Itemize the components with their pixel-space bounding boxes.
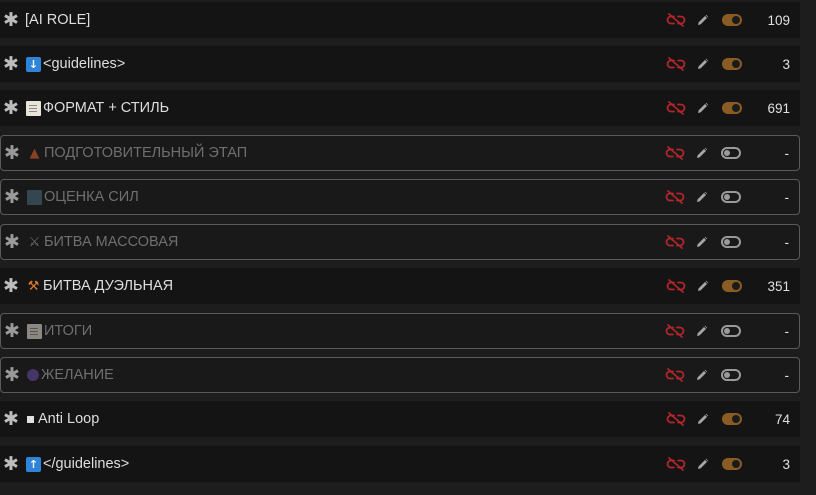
edit-pencil-icon[interactable] — [695, 100, 711, 116]
prompt-entry-row[interactable]: ✱ [AI ROLE] 109 — [0, 2, 800, 38]
prompt-entry-title: ПОДГОТОВИТЕЛЬНЫЙ ЭТАП — [44, 145, 248, 161]
enable-toggle[interactable] — [722, 280, 742, 292]
enable-toggle[interactable] — [721, 236, 741, 248]
drag-handle-icon[interactable]: ✱ — [0, 454, 22, 474]
enable-toggle[interactable] — [722, 102, 742, 114]
prompt-entry-title: ИТОГИ — [44, 323, 93, 339]
edit-pencil-icon[interactable] — [694, 189, 710, 205]
enable-toggle[interactable] — [722, 58, 742, 70]
edit-pencil-icon[interactable] — [695, 456, 711, 472]
enable-toggle[interactable] — [722, 413, 742, 425]
edit-pencil-icon[interactable] — [694, 367, 710, 383]
prompt-entry-title: [AI ROLE] — [25, 12, 91, 28]
token-count: - — [784, 367, 790, 383]
unlink-icon[interactable] — [665, 323, 685, 339]
prompt-entry-title: </guidelines> — [43, 456, 130, 472]
token-count: - — [784, 145, 790, 161]
unlink-icon[interactable] — [666, 56, 686, 72]
prompt-entry-title: ОЦЕНКА СИЛ — [44, 189, 139, 205]
edit-pencil-icon[interactable] — [694, 234, 710, 250]
prompt-entry-row[interactable]: ✱ ОЦЕНКА СИЛ - — [0, 179, 800, 215]
drag-handle-icon[interactable]: ✱ — [1, 187, 23, 207]
unlink-icon[interactable] — [666, 12, 686, 28]
prompt-entry-row[interactable]: ✱ ⚔ БИТВА МАССОВАЯ - — [0, 224, 800, 260]
prompt-entry-title: <guidelines> — [43, 56, 126, 72]
token-count: 109 — [767, 12, 790, 28]
token-count: 74 — [774, 411, 790, 427]
fire-icon: ▲ — [29, 145, 40, 161]
edit-pencil-icon[interactable] — [695, 278, 711, 294]
prompt-entry-row[interactable]: ✱ ИТОГИ - — [0, 313, 800, 349]
unlink-icon[interactable] — [665, 367, 685, 383]
enable-toggle[interactable] — [721, 325, 741, 337]
unlink-icon[interactable] — [666, 278, 686, 294]
enable-toggle[interactable] — [721, 147, 741, 159]
drag-handle-icon[interactable]: ✱ — [1, 232, 23, 252]
token-count: - — [784, 189, 790, 205]
prompt-entry-row[interactable]: ✱ ↑ </guidelines> 3 — [0, 446, 800, 482]
bar-chart-icon — [27, 189, 42, 205]
hammer-icon: ⚒ — [27, 278, 40, 294]
crystal-ball-icon — [27, 369, 39, 381]
edit-pencil-icon[interactable] — [694, 323, 710, 339]
crossed-swords-icon: ⚔ — [28, 234, 41, 250]
drag-handle-icon[interactable]: ✱ — [0, 54, 22, 74]
memo-icon — [26, 100, 41, 116]
enable-toggle[interactable] — [721, 369, 741, 381]
enable-toggle[interactable] — [721, 191, 741, 203]
token-count: 351 — [767, 278, 790, 294]
prompt-entry-row[interactable]: ✱ ФОРМАТ + СТИЛЬ 691 — [0, 90, 800, 126]
enable-toggle[interactable] — [722, 458, 742, 470]
prompt-entry-title: Anti Loop — [38, 411, 100, 427]
drag-handle-icon[interactable]: ✱ — [0, 98, 22, 118]
up-arrow-icon: ↑ — [26, 456, 41, 472]
drag-handle-icon[interactable]: ✱ — [0, 276, 22, 296]
unlink-icon[interactable] — [666, 100, 686, 116]
prompt-entry-title: ЖЕЛАНИЕ — [41, 367, 114, 383]
token-count: 3 — [782, 456, 790, 472]
token-count: - — [784, 234, 790, 250]
drag-handle-icon[interactable]: ✱ — [1, 143, 23, 163]
unlink-icon[interactable] — [666, 411, 686, 427]
unlink-icon[interactable] — [665, 145, 685, 161]
token-count: 691 — [767, 100, 790, 116]
prompt-entry-title: БИТВА МАССОВАЯ — [44, 234, 179, 250]
square-icon — [27, 415, 34, 423]
edit-pencil-icon[interactable] — [695, 12, 711, 28]
unlink-icon[interactable] — [666, 456, 686, 472]
prompt-entry-row[interactable]: ✱ ▲ ПОДГОТОВИТЕЛЬНЫЙ ЭТАП - — [0, 135, 800, 171]
prompt-entry-row[interactable]: ✱ Anti Loop 74 — [0, 401, 800, 437]
edit-pencil-icon[interactable] — [695, 411, 711, 427]
drag-handle-icon[interactable]: ✱ — [1, 365, 23, 385]
prompt-entry-row[interactable]: ✱ ⚒ БИТВА ДУЭЛЬНАЯ 351 — [0, 268, 800, 304]
prompt-entry-row[interactable]: ✱ ↓ <guidelines> 3 — [0, 46, 800, 82]
token-count: 3 — [782, 56, 790, 72]
edit-pencil-icon[interactable] — [694, 145, 710, 161]
drag-handle-icon[interactable]: ✱ — [0, 409, 22, 429]
drag-handle-icon[interactable]: ✱ — [0, 10, 22, 30]
enable-toggle[interactable] — [722, 14, 742, 26]
prompt-entry-title: БИТВА ДУЭЛЬНАЯ — [43, 278, 174, 294]
drag-handle-icon[interactable]: ✱ — [1, 321, 23, 341]
edit-pencil-icon[interactable] — [695, 56, 711, 72]
prompt-entry-title: ФОРМАТ + СТИЛЬ — [43, 100, 170, 116]
unlink-icon[interactable] — [665, 234, 685, 250]
token-count: - — [784, 323, 790, 339]
prompt-entry-row[interactable]: ✱ ЖЕЛАНИЕ - — [0, 357, 800, 393]
down-arrow-icon: ↓ — [26, 56, 41, 72]
memo-icon — [27, 323, 42, 339]
unlink-icon[interactable] — [665, 189, 685, 205]
